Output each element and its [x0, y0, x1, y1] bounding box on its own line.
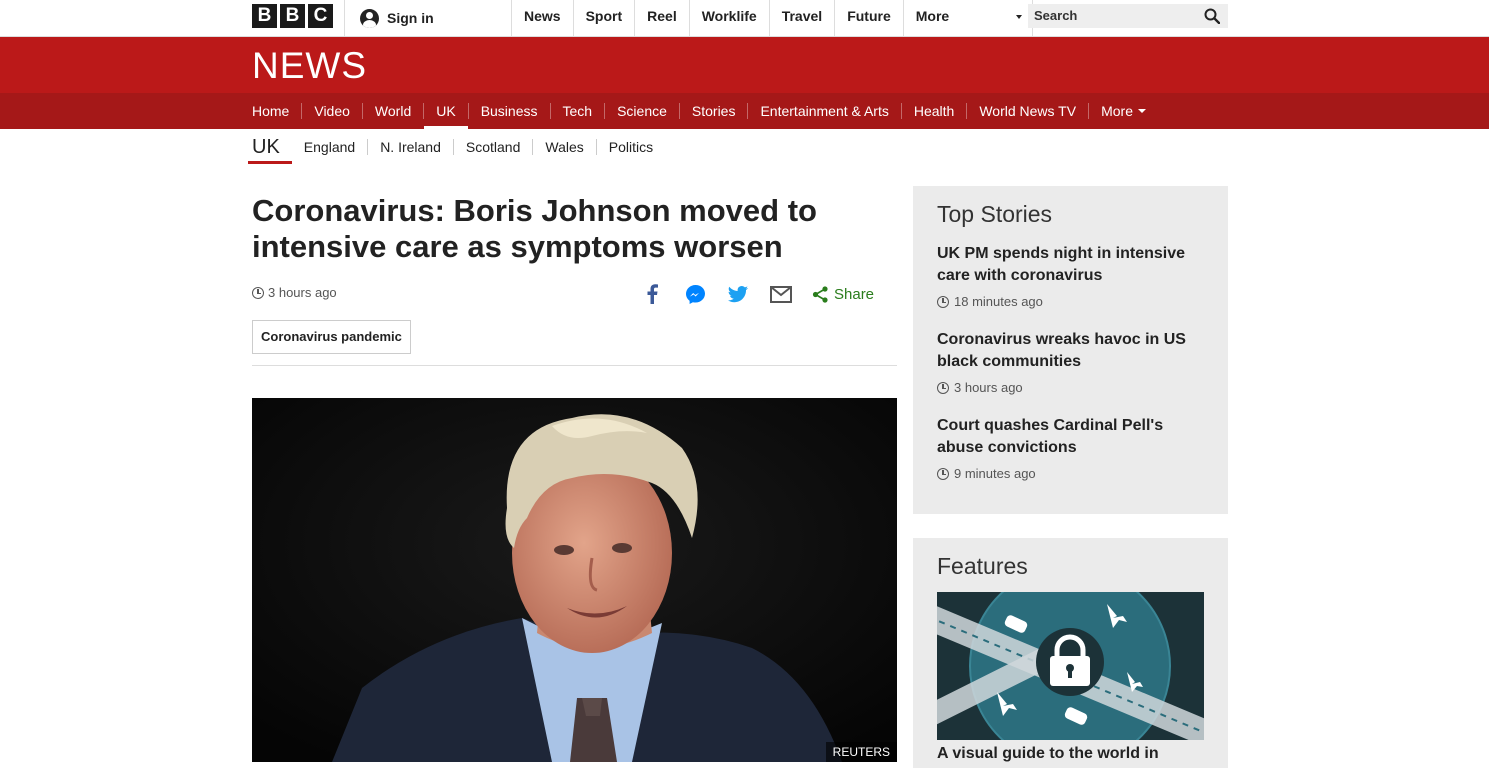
subnav-politics[interactable]: Politics: [595, 139, 665, 155]
top-story-title[interactable]: Court quashes Cardinal Pell's abuse conv…: [937, 415, 1207, 459]
top-nav-sport[interactable]: Sport: [572, 0, 635, 37]
top-story-item[interactable]: Court quashes Cardinal Pell's abuse conv…: [937, 415, 1207, 481]
share-label: Share: [834, 285, 875, 303]
facebook-icon[interactable]: [640, 282, 664, 306]
article-headline: Coronavirus: Boris Johnson moved to inte…: [252, 193, 817, 264]
nav-home[interactable]: Home: [252, 103, 301, 119]
clock-icon: [937, 381, 949, 394]
nav-world[interactable]: World: [361, 103, 423, 119]
subnav-wales[interactable]: Wales: [532, 139, 595, 155]
logo-letter-2: B: [280, 4, 305, 28]
share-button[interactable]: Share: [812, 286, 874, 303]
subnav-scotland[interactable]: Scotland: [452, 139, 532, 155]
article-timestamp: 3 hours ago: [252, 285, 337, 300]
top-story-time: 18 minutes ago: [937, 294, 1207, 309]
top-story-title[interactable]: Coronavirus wreaks havoc in US black com…: [937, 329, 1207, 373]
nav-more-label: More: [1101, 103, 1133, 119]
topic-tag[interactable]: Coronavirus pandemic: [252, 320, 411, 354]
bbc-logo[interactable]: B B C: [252, 4, 333, 28]
share-tools: Share: [640, 282, 874, 306]
nav-tech[interactable]: Tech: [549, 103, 605, 119]
article-time-label: 3 hours ago: [268, 285, 337, 300]
nav-video[interactable]: Video: [301, 103, 362, 119]
features-title: Features: [937, 553, 1028, 579]
top-story-time: 9 minutes ago: [937, 466, 1207, 481]
nav-business[interactable]: Business: [467, 103, 550, 119]
divider: [252, 365, 897, 366]
search-icon[interactable]: [1204, 8, 1220, 24]
nav-science[interactable]: Science: [604, 103, 679, 119]
twitter-icon[interactable]: [726, 282, 750, 306]
nav-world-news-tv[interactable]: World News TV: [966, 103, 1088, 119]
clock-icon: [252, 286, 264, 299]
top-story-time-label: 18 minutes ago: [954, 294, 1043, 309]
hero-photo: [252, 398, 897, 762]
article-hero-image: REUTERS: [252, 398, 897, 762]
top-nav-reel[interactable]: Reel: [634, 0, 689, 37]
section-subnav: UK England N. Ireland Scotland Wales Pol…: [248, 130, 665, 164]
logo-letter-1: B: [252, 4, 277, 28]
nav-stories[interactable]: Stories: [678, 103, 748, 119]
top-stories-panel: Top Stories UK PM spends night in intens…: [913, 186, 1228, 514]
share-icon: [812, 285, 828, 303]
user-icon: [360, 8, 379, 28]
logo-letter-3: C: [308, 4, 333, 28]
nav-uk[interactable]: UK: [423, 103, 469, 129]
subnav-england[interactable]: England: [292, 139, 367, 155]
chevron-down-icon: [1015, 15, 1022, 19]
clock-icon: [937, 295, 949, 308]
sign-in-link[interactable]: Sign in: [360, 8, 434, 28]
sign-in-label: Sign in: [387, 10, 434, 26]
bbc-top-bar: B B C Sign in News Sport Reel Worklife T…: [0, 0, 1489, 37]
top-story-title[interactable]: UK PM spends night in intensive care wit…: [937, 243, 1207, 287]
search-placeholder: Search: [1034, 8, 1078, 23]
top-nav-more-label: More: [915, 8, 950, 24]
top-nav-worklife[interactable]: Worklife: [688, 0, 769, 37]
top-nav-future[interactable]: Future: [834, 0, 903, 37]
top-story-time-label: 3 hours ago: [954, 380, 1023, 395]
subnav-uk[interactable]: UK: [248, 130, 292, 164]
news-masthead: NEWS: [0, 37, 1489, 93]
news-nav: Home Video World UK Business Tech Scienc…: [0, 93, 1489, 129]
image-credit: REUTERS: [825, 742, 897, 762]
top-stories-title: Top Stories: [937, 201, 1053, 227]
nav-more[interactable]: More: [1088, 103, 1158, 119]
top-story-time-label: 9 minutes ago: [954, 466, 1036, 481]
features-panel: Features A visual guide to the world in: [913, 538, 1228, 768]
clock-icon: [937, 467, 949, 480]
top-nav: News Sport Reel Worklife Travel Future M…: [511, 0, 1033, 37]
search-input[interactable]: Search: [1028, 4, 1228, 28]
divider: [344, 0, 345, 37]
lockdown-illustration: [937, 592, 1204, 740]
nav-entertainment-arts[interactable]: Entertainment & Arts: [747, 103, 900, 119]
feature-title[interactable]: A visual guide to the world in: [937, 745, 1204, 763]
subnav-n-ireland[interactable]: N. Ireland: [367, 139, 453, 155]
feature-image[interactable]: [937, 592, 1204, 740]
top-story-item[interactable]: Coronavirus wreaks havoc in US black com…: [937, 329, 1207, 395]
top-nav-more[interactable]: More: [902, 0, 1033, 37]
top-story-time: 3 hours ago: [937, 380, 1207, 395]
top-nav-news[interactable]: News: [511, 0, 573, 37]
caret-down-icon: [1137, 109, 1146, 113]
top-story-item[interactable]: UK PM spends night in intensive care wit…: [937, 243, 1207, 309]
messenger-icon[interactable]: [683, 282, 707, 306]
news-logo[interactable]: NEWS: [252, 47, 367, 84]
email-icon[interactable]: [769, 282, 793, 306]
top-nav-travel[interactable]: Travel: [768, 0, 834, 37]
nav-health[interactable]: Health: [900, 103, 966, 119]
